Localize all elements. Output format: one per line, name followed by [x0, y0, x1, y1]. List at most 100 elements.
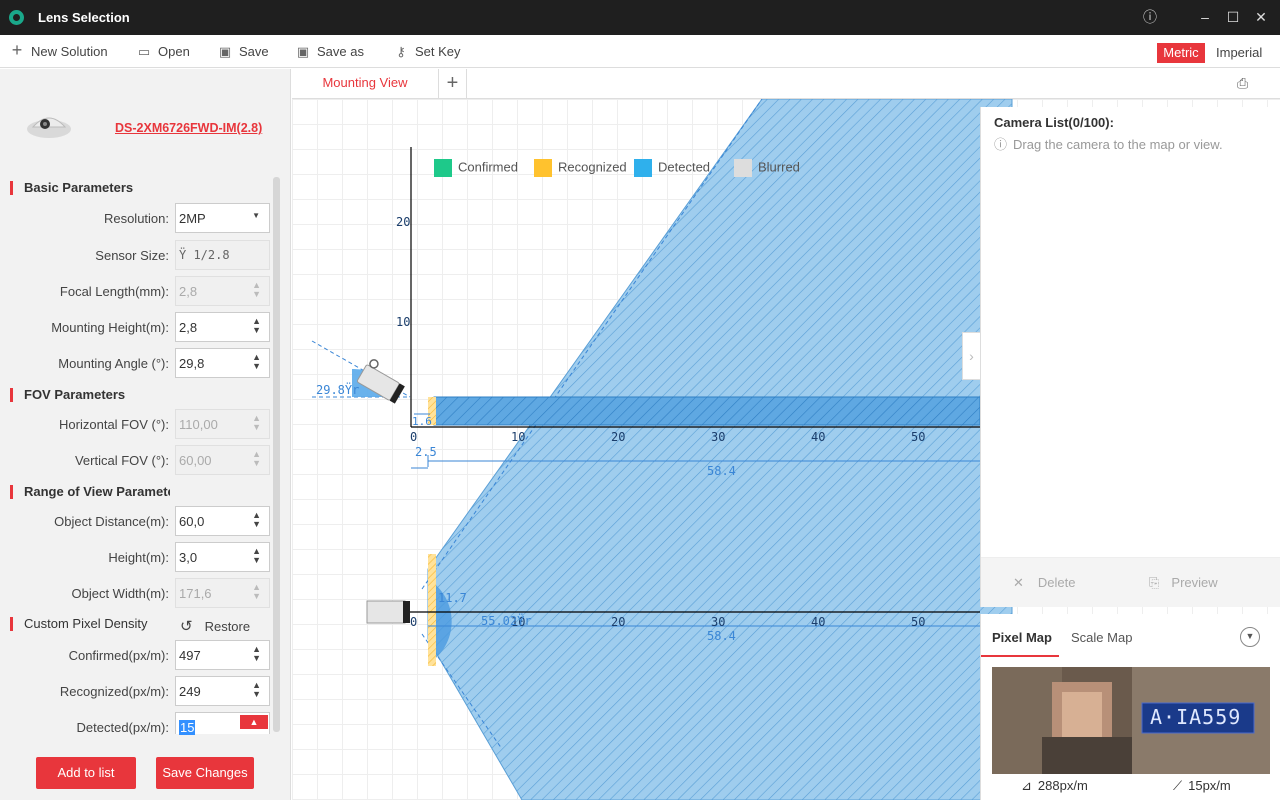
object-distance-label: Object Distance(m): [54, 514, 169, 529]
info-icon: ⓘ [994, 137, 1008, 152]
pixel-density-left: ⊿ 288px/m [1021, 778, 1088, 793]
preview-button[interactable]: ⎘ Preview [1149, 575, 1218, 591]
side-x-tick: 40 [811, 430, 825, 444]
stepper-up-icon[interactable]: ▲ [240, 715, 268, 729]
detected-label: Detected(px/m): [76, 720, 169, 735]
top-width-value: 11.7 [438, 591, 467, 605]
app-logo-icon [9, 10, 24, 25]
metric-toggle[interactable]: Metric [1157, 43, 1205, 63]
confirmed-label: Confirmed(px/m): [68, 648, 169, 663]
floppy-icon: ▣ [218, 44, 232, 59]
close-icon: ✕ [1013, 575, 1024, 590]
stepper-icon[interactable]: ▲ ▼ [252, 547, 261, 565]
object-width-field: 171,6 ▲ ▼ [175, 578, 270, 608]
chevron-down-icon: ▼ [252, 211, 260, 220]
vertical-fov-field: 60,00 ▲ ▼ [175, 445, 270, 475]
stepper-icon: ▲ ▼ [252, 449, 261, 468]
sensor-size-value: Ÿ 1/2.8 [175, 240, 270, 270]
maximize-icon[interactable]: ☐ [1222, 6, 1244, 28]
resolution-label: Resolution: [103, 211, 169, 226]
mounting-height-field[interactable]: 2,8 ▲ ▼ [175, 312, 270, 342]
mounting-angle-value: 29.8Ÿr [316, 382, 359, 397]
camera-list-title: Camera List(0/100): [994, 115, 1114, 130]
top-x-tick: 50 [911, 615, 925, 629]
parameters-panel: DS-2XM6726FWD-IM(2.8) Basic Parameters R… [0, 69, 291, 800]
stepper-icon[interactable]: ▲ ▼ [252, 317, 261, 335]
export-icon[interactable]: ⎙ [1237, 75, 1248, 92]
stepper-icon[interactable]: ▲ ▼ [252, 511, 261, 529]
side-x-tick: 20 [611, 430, 625, 444]
pixel-map-preview: A·IA559 [992, 667, 1270, 774]
confirmed-field[interactable]: 497 ▲ ▼ [175, 640, 270, 670]
mounting-angle-label: Mounting Angle (°): [58, 356, 169, 371]
side-x-tick: 10 [511, 430, 525, 444]
top-total-distance-value: 58.4 [707, 629, 736, 643]
set-key-button[interactable]: ⚷ Set Key [393, 44, 460, 60]
restore-icon: ↺ [180, 618, 193, 635]
save-button[interactable]: ▣ Save [217, 44, 269, 60]
imperial-toggle[interactable]: Imperial [1216, 45, 1262, 60]
mounting-height-label: Mounting Height(m): [51, 320, 169, 335]
info-icon[interactable]: ⓘ [1139, 6, 1161, 28]
active-tab-underline [981, 655, 1059, 657]
tab-scale-map[interactable]: Scale Map [1071, 630, 1132, 645]
open-button[interactable]: ▭ Open [136, 44, 190, 60]
chevron-down-icon[interactable]: ▼ [1240, 627, 1260, 647]
vertical-fov-label: Vertical FOV (°): [74, 453, 169, 468]
focal-length-field: 2,8 ▲ ▼ [175, 276, 270, 306]
restore-button[interactable]: ↺ Restore [180, 617, 250, 635]
scrollbar[interactable] [273, 177, 280, 732]
total-distance-value: 58.4 [707, 464, 736, 478]
object-distance-field[interactable]: 60,0 ▲ ▼ [175, 506, 270, 536]
horizontal-fov-field: 110,00 ▲ ▼ [175, 409, 270, 439]
height-label: Height(m): [108, 550, 169, 565]
stepper-icon[interactable]: ▲ ▼ [252, 681, 261, 699]
stepper-icon[interactable]: ▲ ▼ [252, 645, 261, 663]
recognized-area-top [428, 554, 436, 666]
save-as-button[interactable]: ▣ Save as [295, 44, 364, 60]
camera-thumbnail [27, 117, 71, 138]
folder-icon: ▭ [137, 44, 151, 59]
tab-mounting-view[interactable]: Mounting View [292, 69, 439, 99]
app-title: Lens Selection [38, 10, 130, 25]
side-y-tick: 10 [396, 315, 410, 329]
preview-icon: ⎘ [1149, 575, 1160, 590]
legend-blurred: Blurred [734, 159, 800, 177]
mounting-angle-field[interactable]: 29,8 ▲ ▼ [175, 348, 270, 378]
new-solution-button[interactable]: + New Solution [9, 41, 108, 59]
stepper-icon[interactable]: ▲ ▼ [252, 353, 261, 371]
close-icon[interactable]: ✕ [1250, 6, 1272, 28]
camera-model-link[interactable]: DS-2XM6726FWD-IM(2.8) [115, 121, 262, 135]
add-to-list-button[interactable]: Add to list [36, 757, 136, 789]
minimize-icon[interactable]: – [1194, 6, 1216, 28]
section-range-of-view: Range of View Parameters [10, 485, 170, 499]
height-field[interactable]: 3,0 ▲ ▼ [175, 542, 270, 572]
detected-area-side [433, 396, 981, 426]
near-distance-value: 1.6 [412, 415, 432, 428]
stepper-icon: ▲ ▼ [252, 582, 261, 601]
horizontal-fov-label: Horizontal FOV (°): [59, 417, 169, 432]
toolbar: + New Solution ▭ Open ▣ Save ▣ Save as ⚷ Set … [0, 35, 1280, 68]
save-changes-button[interactable]: Save Changes [156, 757, 254, 789]
horizontal-angle-value: 55.02Ÿr [481, 613, 532, 628]
view-tabbar: Mounting View + ⎙ [292, 69, 1280, 99]
slope-icon: ⟋ [1173, 778, 1183, 793]
recognized-label: Recognized(px/m): [59, 684, 169, 699]
section-fov-parameters: FOV Parameters [10, 388, 170, 402]
chevron-right-icon[interactable]: › [962, 332, 980, 380]
recognized-field[interactable]: 249 ▲ ▼ [175, 676, 270, 706]
resolution-select[interactable]: 2MP ▼ [175, 203, 270, 233]
delete-button[interactable]: ✕ Delete [1013, 575, 1075, 591]
camera-list-hint: ⓘ Drag the camera to the map or view. [994, 137, 1223, 152]
top-x-tick: 40 [811, 615, 825, 629]
stepper-icon: ▲ ▼ [252, 413, 261, 432]
angle-icon: ⊿ [1021, 778, 1032, 793]
side-x-tick: 30 [711, 430, 725, 444]
section-basic-parameters: Basic Parameters [10, 181, 170, 195]
top-camera-icon [366, 600, 410, 624]
camera-list-panel: Camera List(0/100): ⓘ Drag the camera to … [980, 107, 1280, 607]
legend-detected: Detected [634, 159, 710, 177]
add-tab-icon[interactable]: + [439, 69, 467, 99]
tab-pixel-map[interactable]: Pixel Map [992, 630, 1052, 645]
pixel-density-right: ⟋ 15px/m [1173, 778, 1231, 793]
